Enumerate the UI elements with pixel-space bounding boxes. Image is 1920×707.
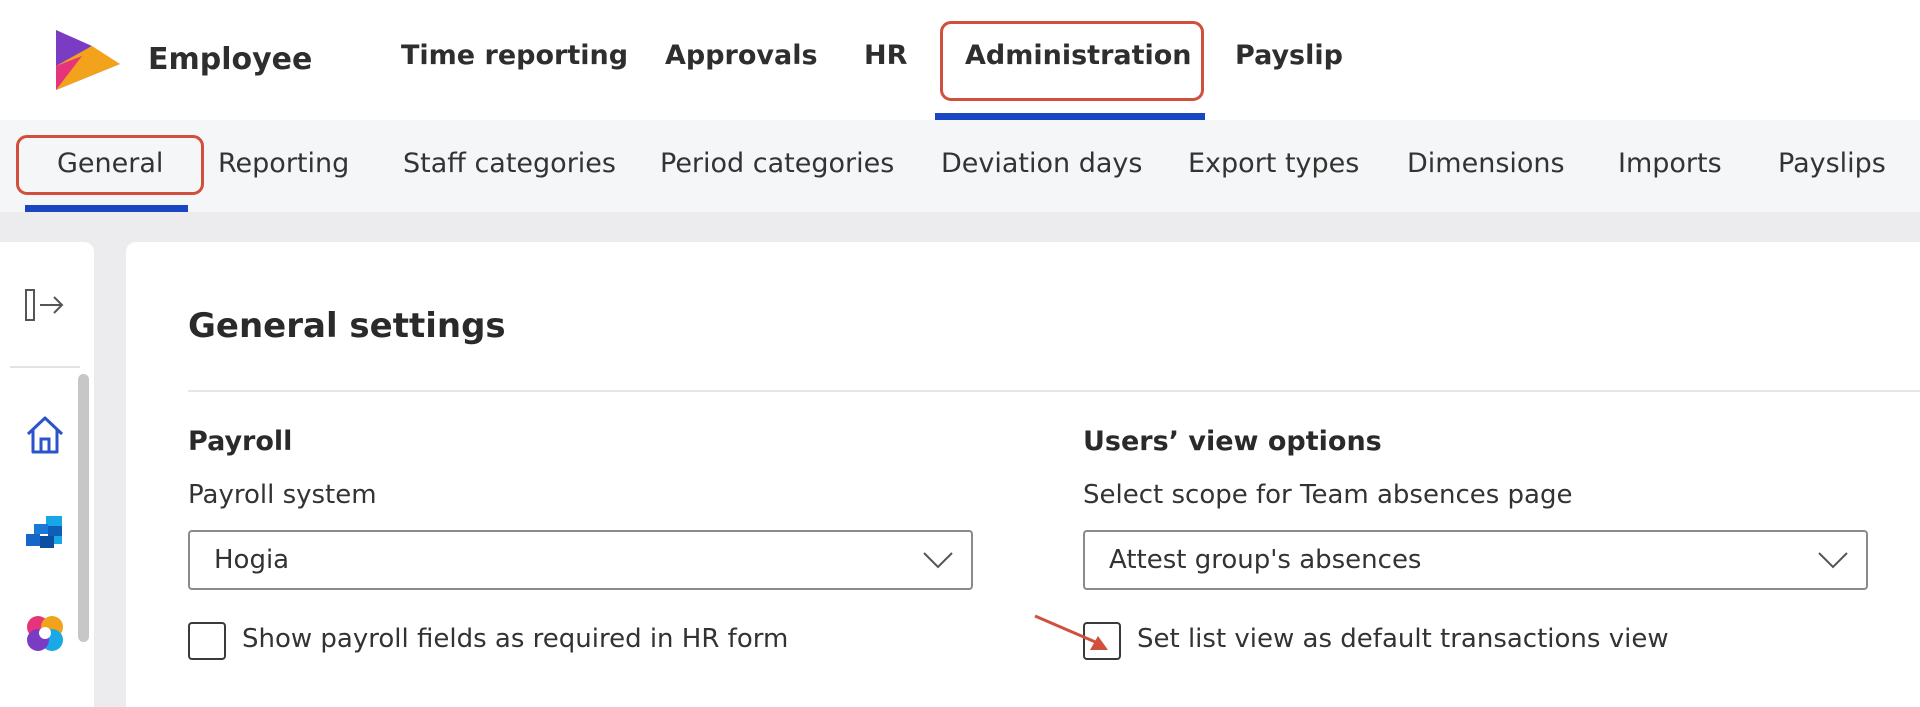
- chevron-down-icon: [1818, 552, 1848, 569]
- list-view-default-label: Set list view as default transactions vi…: [1137, 624, 1669, 654]
- tab-general[interactable]: General: [57, 148, 163, 179]
- tab-payslips[interactable]: Payslips: [1778, 148, 1886, 179]
- colorful-app-icon[interactable]: [22, 610, 68, 656]
- tab-deviation-days[interactable]: Deviation days: [941, 148, 1142, 179]
- tab-reporting[interactable]: Reporting: [218, 148, 349, 179]
- app-title: Employee: [148, 42, 313, 77]
- nav-hr[interactable]: HR: [864, 40, 907, 71]
- payroll-system-label: Payroll system: [188, 480, 377, 510]
- top-header: Employee Time reporting Approvals HR Adm…: [0, 0, 1920, 120]
- team-absences-scope-label: Select scope for Team absences page: [1083, 480, 1573, 510]
- tab-export-types[interactable]: Export types: [1188, 148, 1359, 179]
- payroll-required-label: Show payroll fields as required in HR fo…: [242, 624, 789, 654]
- team-absences-scope-select[interactable]: Attest group's absences: [1083, 530, 1868, 590]
- view-options-section-title: Users’ view options: [1083, 426, 1382, 457]
- tab-staff-categories[interactable]: Staff categories: [403, 148, 616, 179]
- chevron-down-icon: [923, 552, 953, 569]
- payroll-section-title: Payroll: [188, 426, 293, 457]
- team-absences-scope-value: Attest group's absences: [1109, 545, 1422, 575]
- sidebar-scrollbar[interactable]: [78, 374, 89, 642]
- app-logo-icon: [56, 30, 120, 90]
- tab-dimensions[interactable]: Dimensions: [1407, 148, 1565, 179]
- tab-period-categories[interactable]: Period categories: [660, 148, 894, 179]
- tab-active-indicator: [25, 205, 188, 212]
- home-icon[interactable]: [22, 412, 68, 458]
- tab-imports[interactable]: Imports: [1618, 148, 1722, 179]
- payroll-system-value: Hogia: [214, 545, 290, 575]
- title-divider: [188, 390, 1920, 392]
- expand-sidebar-icon[interactable]: [22, 282, 68, 328]
- nav-time-reporting[interactable]: Time reporting: [401, 40, 628, 71]
- page-title: General settings: [188, 306, 506, 346]
- payroll-system-select[interactable]: Hogia: [188, 530, 973, 590]
- sidebar-divider: [10, 366, 80, 368]
- payroll-required-checkbox[interactable]: [188, 622, 226, 660]
- nav-active-indicator: [935, 113, 1205, 120]
- blocks-app-icon[interactable]: [22, 510, 68, 556]
- nav-approvals[interactable]: Approvals: [665, 40, 818, 71]
- nav-administration[interactable]: Administration: [965, 40, 1192, 71]
- nav-payslip[interactable]: Payslip: [1235, 40, 1343, 71]
- annotation-arrow-icon: [1034, 614, 1108, 650]
